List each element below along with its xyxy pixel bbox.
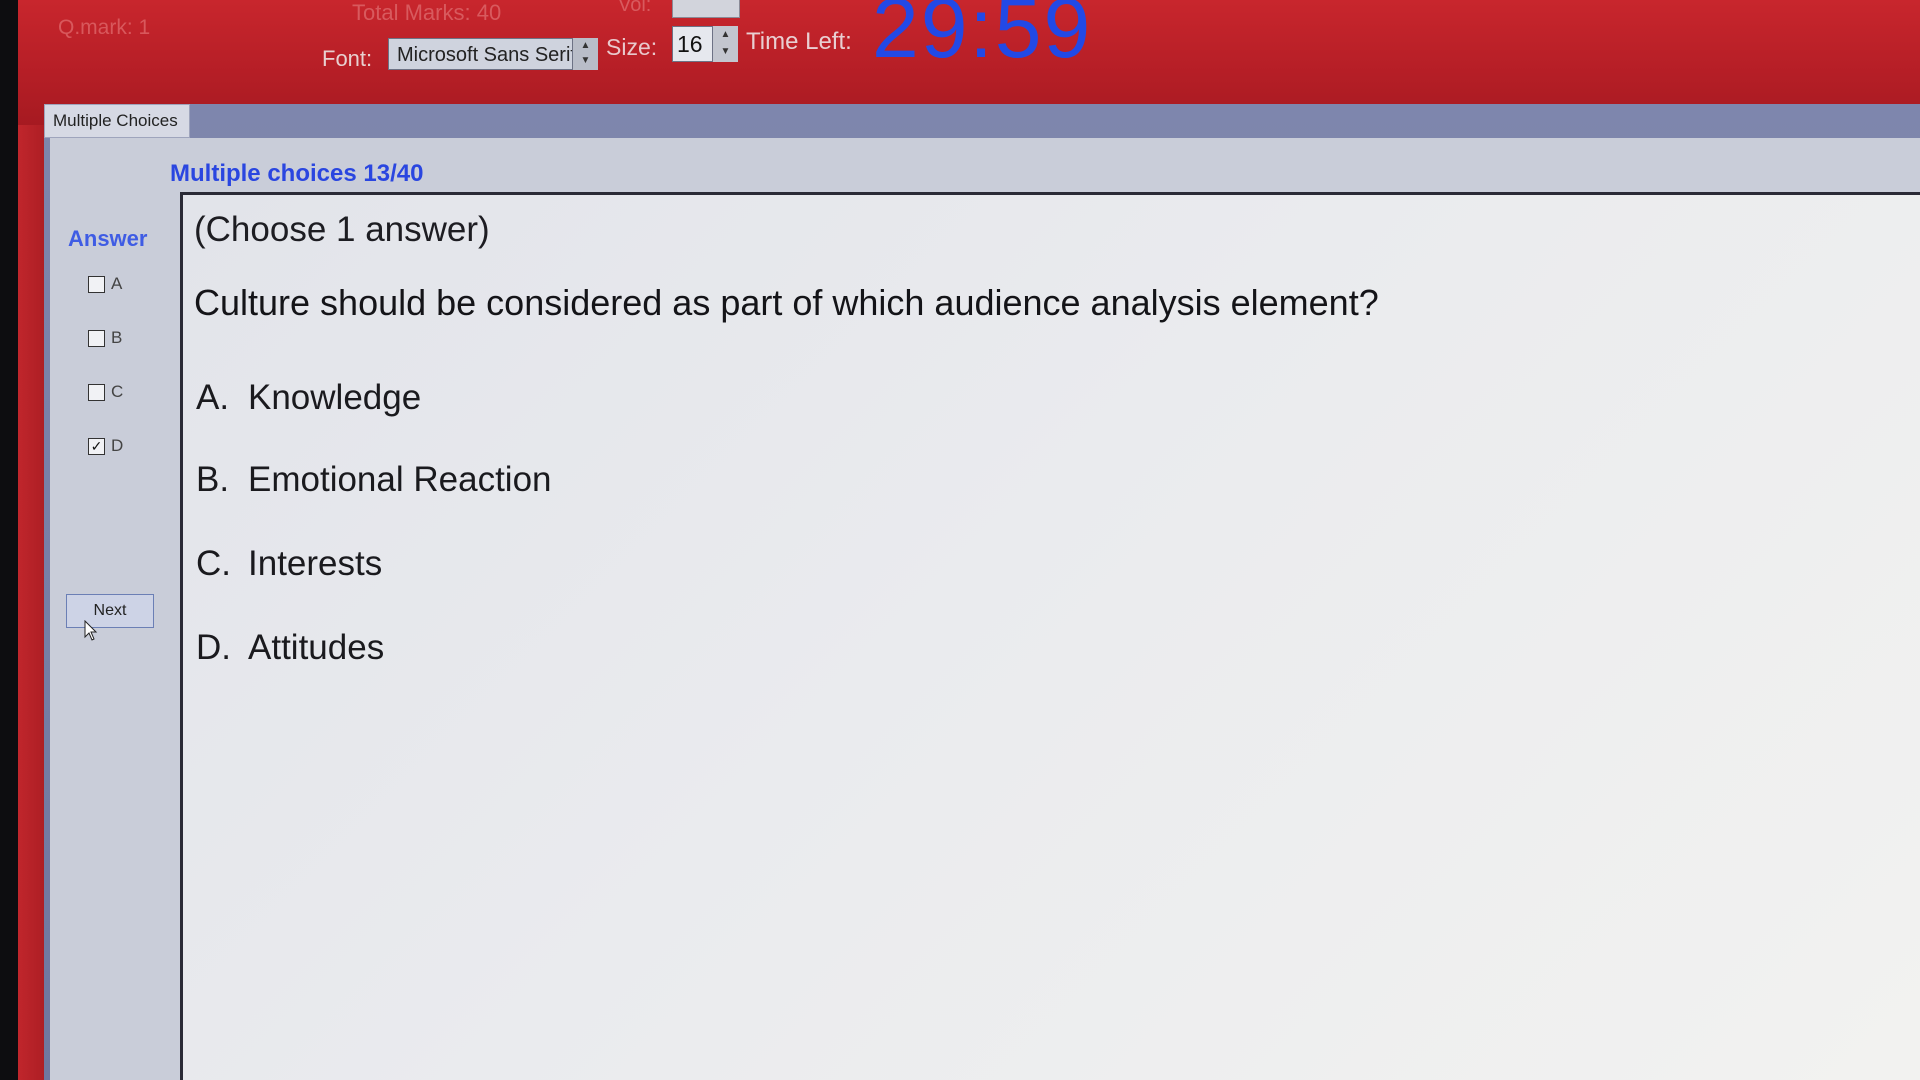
choice-text: Attitudes (248, 628, 385, 667)
answer-option-c[interactable]: C (88, 382, 123, 402)
checkbox-a[interactable] (88, 275, 105, 293)
answer-letter: A (111, 274, 123, 293)
volume-control[interactable] (672, 0, 740, 18)
choice-d: D. Attitudes (196, 628, 384, 668)
size-spinner[interactable]: ▲ ▼ (712, 26, 738, 62)
question-mark-info: Q.mark: 1 (58, 16, 150, 40)
total-marks-value: 40 (476, 0, 502, 25)
choice-letter: C. (196, 544, 231, 583)
total-marks-info: Total Marks: 40 (352, 0, 501, 26)
q-mark-label: Q.mark: (58, 16, 133, 39)
font-spinner[interactable]: ▲ ▼ (572, 38, 598, 70)
size-label: Size: (606, 34, 658, 60)
tab-multiple-choices[interactable]: Multiple Choices (44, 104, 190, 138)
answer-label: Answer (68, 226, 148, 251)
choice-b: B. Emotional Reaction (196, 460, 552, 500)
choice-text: Emotional Reaction (248, 460, 552, 499)
answer-instruction: (Choose 1 answer) (194, 210, 490, 249)
choice-letter: A. (196, 378, 230, 417)
answer-letter: C (111, 382, 124, 401)
answer-option-b[interactable]: B (88, 328, 122, 348)
checkbox-b[interactable] (88, 329, 105, 347)
answer-letter: B (111, 328, 123, 347)
answer-option-a[interactable]: A (88, 274, 122, 294)
next-button[interactable]: Next (66, 594, 154, 628)
section-title: Multiple choices 13/40 (170, 160, 424, 187)
volume-label: Vol: (618, 0, 652, 16)
countdown-timer: 29:59 (872, 0, 1093, 75)
font-label: Font: (322, 46, 373, 71)
choice-c: C. Interests (196, 544, 382, 584)
answer-letter: D (111, 436, 124, 455)
font-select[interactable]: Microsoft Sans Serif (388, 38, 598, 70)
choice-text: Interests (248, 544, 383, 583)
choice-letter: B. (196, 460, 230, 499)
answer-option-d[interactable]: ✓ D (88, 436, 123, 456)
choice-letter: D. (196, 628, 231, 667)
question-content-area (180, 192, 1920, 1080)
mouse-cursor-icon (84, 620, 98, 641)
checkbox-c[interactable] (88, 383, 105, 401)
question-text: Culture should be considered as part of … (194, 282, 1379, 323)
total-marks-label: Total Marks: (352, 0, 471, 25)
q-mark-value: 1 (138, 16, 151, 39)
time-left-label: Time Left: (746, 28, 852, 55)
choice-text: Knowledge (248, 378, 422, 417)
checkbox-d[interactable]: ✓ (88, 437, 105, 455)
choice-a: A. Knowledge (196, 378, 421, 418)
